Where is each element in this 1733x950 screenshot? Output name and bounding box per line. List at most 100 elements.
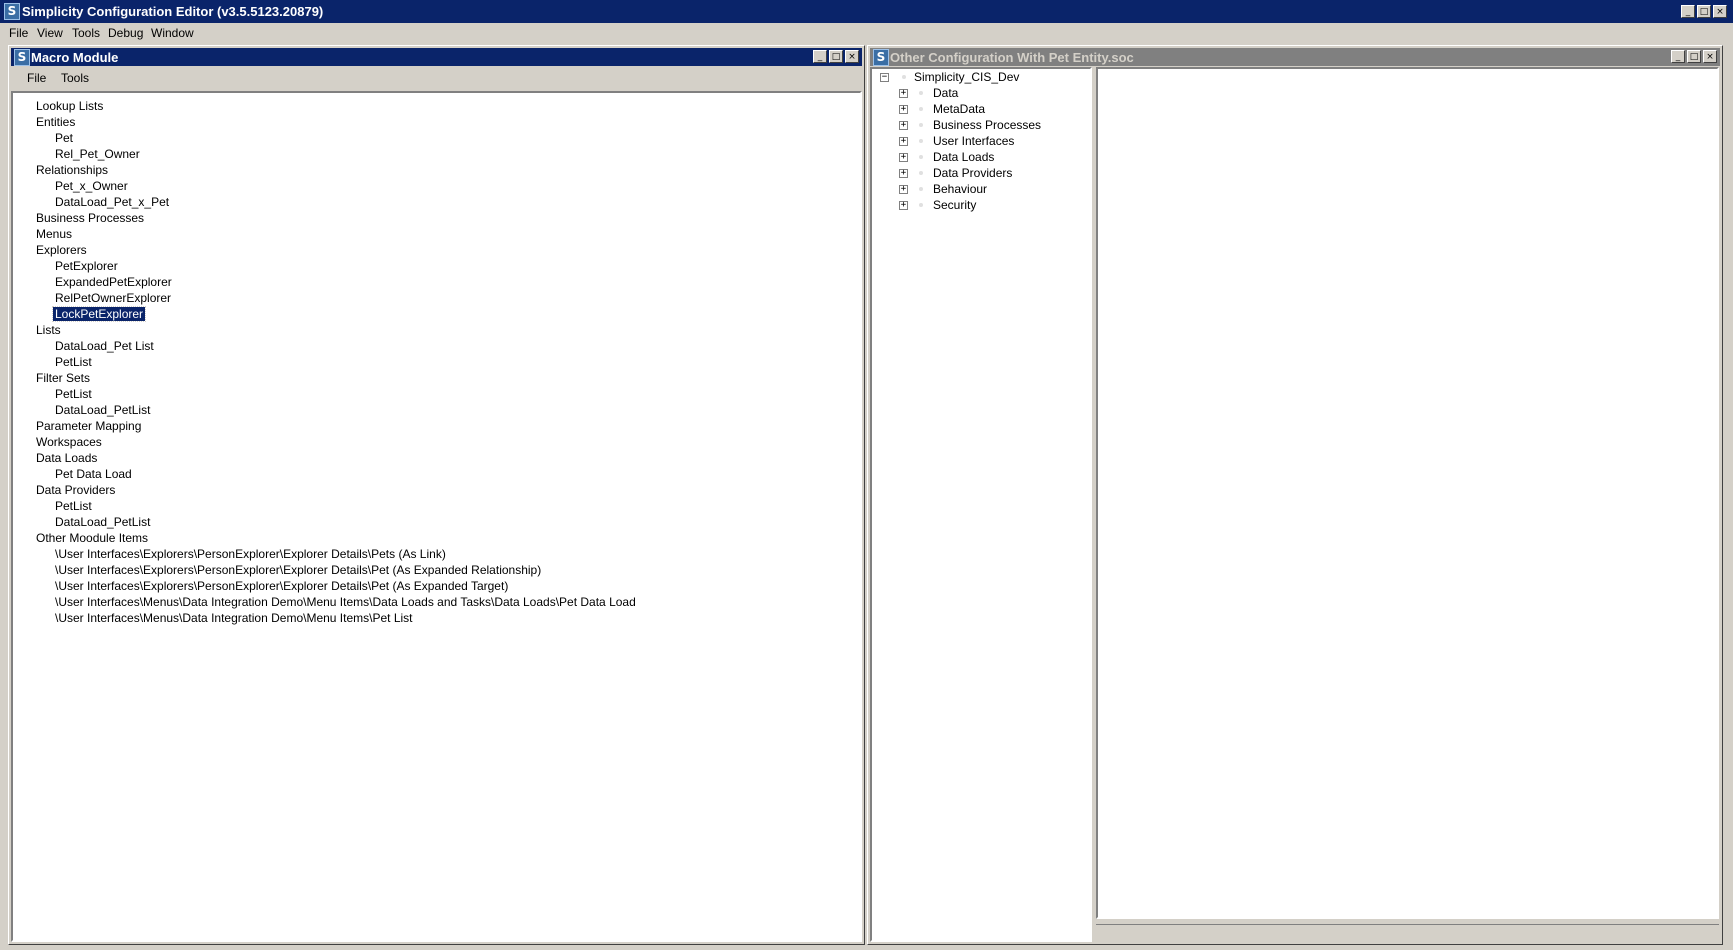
macro-tree-item[interactable]: \User Interfaces\Menus\Data Integration … [55,594,636,610]
expand-icon[interactable]: + [899,153,908,162]
macro-tree-item[interactable]: Menus [36,226,72,242]
menu-file[interactable]: File [9,26,28,40]
macro-tree-item-label: Entities [36,115,76,129]
macro-tree-item[interactable]: \User Interfaces\Explorers\PersonExplore… [55,546,446,562]
macro-module-menu-bar: File Tools [11,68,862,88]
macro-tree-item[interactable]: \User Interfaces\Explorers\PersonExplore… [55,562,541,578]
macro-tree-item[interactable]: Explorers [36,242,87,258]
menu-tools[interactable]: Tools [72,26,100,40]
macro-tree-item-label: Pet Data Load [55,467,132,481]
config-tree-item[interactable]: Data Loads [933,149,994,165]
expand-icon[interactable]: + [899,89,908,98]
macro-tree-item-label: PetList [55,355,92,369]
macro-tree-item[interactable]: Pet_x_Owner [55,178,128,194]
macro-tree-item[interactable]: Workspaces [36,434,102,450]
config-tree-view[interactable]: − Simplicity_CIS_Dev + Data + MetaData + Busi… [870,67,1092,942]
macro-tree-item[interactable]: DataLoad_PetList [55,402,150,418]
node-dot-icon [902,75,906,79]
config-tree-item[interactable]: MetaData [933,101,985,117]
macro-tree-item[interactable]: ExpandedPetExplorer [55,274,172,290]
macro-tree-item[interactable]: \User Interfaces\Menus\Data Integration … [55,610,413,626]
node-dot-icon [919,203,923,207]
macro-maximize-button[interactable]: □ [829,50,843,63]
macro-minimize-button[interactable]: _ [813,50,827,63]
app-title-bar[interactable]: S Simplicity Configuration Editor (v3.5.… [0,0,1733,23]
macro-tree-item-label: Parameter Mapping [36,419,142,433]
macro-tree-item[interactable]: Lookup Lists [36,98,103,114]
macro-module-title-bar[interactable]: S Macro Module _ □ × [11,48,862,66]
macro-tree-item[interactable]: Lists [36,322,61,338]
macro-tree-item[interactable]: Data Providers [36,482,115,498]
macro-tree-item[interactable]: PetList [55,386,92,402]
macro-tree-item-label: Pet_x_Owner [55,179,128,193]
macro-tree-item[interactable]: Relationships [36,162,108,178]
macro-tree-item[interactable]: LockPetExplorer [51,306,147,322]
config-tree-item[interactable]: Security [933,197,976,213]
macro-tree-item[interactable]: PetExplorer [55,258,118,274]
expand-icon[interactable]: + [899,121,908,130]
macro-tree-item[interactable]: Entities [36,114,75,130]
config-tree-item[interactable]: Business Processes [933,117,1041,133]
macro-tree-item-label: Data Loads [36,451,98,465]
app-minimize-button[interactable]: _ [1681,5,1695,18]
macro-tree-item-label: Business Processes [36,211,145,225]
macro-tree-item-label: Data Providers [36,483,116,497]
config-title: Other Configuration With Pet Entity.soc [890,50,1134,65]
config-close-button[interactable]: × [1703,50,1717,63]
config-tree-item[interactable]: Behaviour [933,181,987,197]
macro-tree-item[interactable]: Business Processes [36,210,144,226]
macro-menu-file[interactable]: File [27,71,46,85]
macro-tree-item[interactable]: Parameter Mapping [36,418,141,434]
config-logo-icon: S [873,49,889,66]
expand-icon[interactable]: + [899,201,908,210]
macro-tree-item-label: DataLoad_Pet_x_Pet [55,195,170,209]
menu-debug[interactable]: Debug [108,26,143,40]
macro-tree-view[interactable]: Lookup Lists Entities Pet Rel_Pet_Owner Rela… [11,91,862,942]
macro-tree-item-label: DataLoad_PetList [55,515,151,529]
macro-tree-item[interactable]: PetList [55,498,92,514]
app-maximize-button[interactable]: □ [1697,5,1711,18]
macro-tree-item-label: DataLoad_PetList [55,403,151,417]
node-dot-icon [919,187,923,191]
config-tree-item[interactable]: Data [933,85,958,101]
macro-tree-item[interactable]: DataLoad_PetList [55,514,150,530]
macro-tree-item[interactable]: Other Moodule Items [36,530,148,546]
config-title-bar[interactable]: S Other Configuration With Pet Entity.so… [870,48,1720,66]
macro-tree-item-label: Other Moodule Items [36,531,149,545]
expand-icon[interactable]: + [899,137,908,146]
collapse-icon[interactable]: − [880,73,889,82]
config-maximize-button[interactable]: □ [1687,50,1701,63]
expand-icon[interactable]: + [899,105,908,114]
macro-tree-item-label: Workspaces [36,435,102,449]
tree-root-label[interactable]: Simplicity_CIS_Dev [914,69,1019,85]
config-minimize-button[interactable]: _ [1671,50,1685,63]
config-tree-item[interactable]: Data Providers [933,165,1012,181]
config-tree-item[interactable]: User Interfaces [933,133,1014,149]
macro-tree-item[interactable]: PetList [55,354,92,370]
macro-tree-item[interactable]: RelPetOwnerExplorer [55,290,171,306]
config-detail-pane [1096,67,1719,919]
menu-view[interactable]: View [37,26,63,40]
macro-tree-item-label: DataLoad_Pet List [55,339,154,353]
macro-tree-item-label: Menus [36,227,73,241]
macro-module-window: S Macro Module _ □ × File Tools Lookup L… [8,45,865,945]
expand-icon[interactable]: + [899,169,908,178]
macro-tree-item[interactable]: Pet Data Load [55,466,132,482]
macro-tree-item-label: \User Interfaces\Explorers\PersonExplore… [55,547,446,561]
expand-icon[interactable]: + [899,185,908,194]
macro-tree-item[interactable]: \User Interfaces\Explorers\PersonExplore… [55,578,508,594]
macro-tree-item[interactable]: Data Loads [36,450,97,466]
macro-tree-item[interactable]: Rel_Pet_Owner [55,146,140,162]
menu-window[interactable]: Window [151,26,194,40]
macro-tree-item[interactable]: DataLoad_Pet_x_Pet [55,194,169,210]
macro-menu-tools[interactable]: Tools [61,71,89,85]
macro-close-button[interactable]: × [845,50,859,63]
macro-tree-item-label: \User Interfaces\Menus\Data Integration … [55,595,636,609]
app-close-button[interactable]: × [1713,5,1727,18]
macro-tree-item[interactable]: Pet [55,130,73,146]
macro-tree-item-label: Filter Sets [36,371,91,385]
macro-tree-item-label: ExpandedPetExplorer [55,275,172,289]
macro-tree-item[interactable]: DataLoad_Pet List [55,338,154,354]
macro-tree-item-label: Pet [55,131,74,145]
macro-tree-item[interactable]: Filter Sets [36,370,90,386]
